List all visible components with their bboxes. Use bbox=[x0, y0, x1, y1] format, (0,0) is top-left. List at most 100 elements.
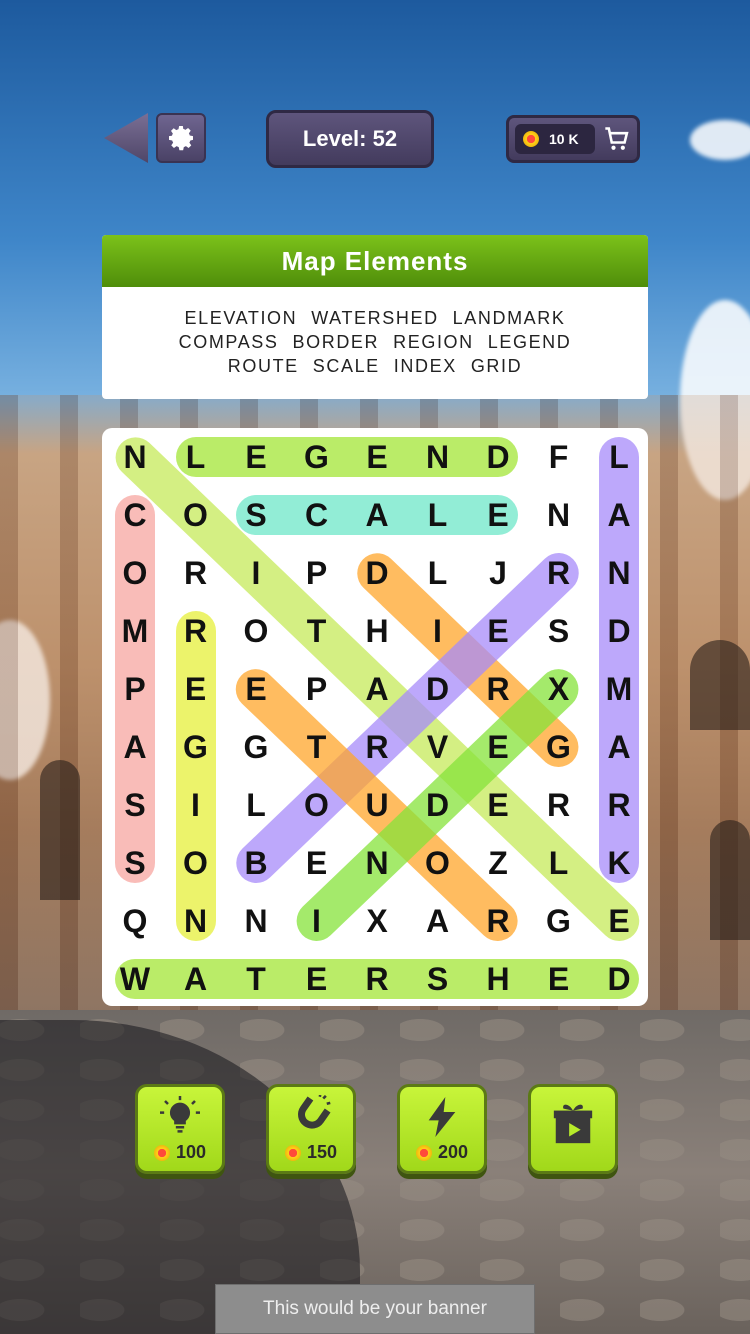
cart-button[interactable] bbox=[601, 124, 633, 154]
grid-letter[interactable]: I bbox=[166, 776, 226, 834]
grid-letter[interactable]: S bbox=[408, 950, 468, 1006]
grid-letter[interactable]: L bbox=[166, 428, 226, 486]
grid-letter[interactable]: R bbox=[529, 776, 589, 834]
grid-letter[interactable]: U bbox=[347, 776, 407, 834]
grid-letter[interactable]: Q bbox=[105, 892, 165, 950]
grid-letter[interactable]: A bbox=[408, 892, 468, 950]
grid-letter[interactable]: S bbox=[105, 834, 165, 892]
grid-letter[interactable]: K bbox=[589, 834, 648, 892]
grid-letter[interactable]: M bbox=[589, 660, 648, 718]
grid-letter[interactable]: I bbox=[226, 544, 286, 602]
grid-letter[interactable]: A bbox=[105, 718, 165, 776]
grid-letter[interactable]: I bbox=[408, 602, 468, 660]
grid-letter[interactable]: T bbox=[287, 602, 347, 660]
grid-letter[interactable]: A bbox=[347, 486, 407, 544]
grid-letter[interactable]: N bbox=[166, 892, 226, 950]
grid-letter[interactable]: D bbox=[408, 776, 468, 834]
grid-letter[interactable]: P bbox=[287, 660, 347, 718]
grid-letter[interactable]: E bbox=[529, 950, 589, 1006]
grid-letter[interactable]: R bbox=[166, 544, 226, 602]
grid-letter[interactable]: N bbox=[408, 428, 468, 486]
grid-letter[interactable]: L bbox=[529, 834, 589, 892]
grid-letter[interactable]: S bbox=[529, 602, 589, 660]
grid-letter[interactable]: L bbox=[226, 776, 286, 834]
hint-booster-button[interactable]: 100 bbox=[135, 1084, 225, 1174]
grid-letter[interactable]: L bbox=[408, 544, 468, 602]
grid-letter[interactable]: R bbox=[166, 602, 226, 660]
grid-letter[interactable]: O bbox=[287, 776, 347, 834]
grid-letter[interactable]: W bbox=[105, 950, 165, 1006]
grid-letter[interactable]: D bbox=[589, 950, 648, 1006]
grid-letter[interactable]: E bbox=[468, 718, 528, 776]
grid-letter[interactable]: E bbox=[589, 892, 648, 950]
grid-letter[interactable]: N bbox=[589, 544, 648, 602]
grid-letter[interactable]: B bbox=[226, 834, 286, 892]
grid-letter[interactable]: O bbox=[408, 834, 468, 892]
letter-grid[interactable]: NLEGENDFLCOSCALENAORIPDLJRNMROTHIESDPEEP… bbox=[102, 428, 648, 1006]
grid-letter[interactable]: E bbox=[468, 486, 528, 544]
grid-letter[interactable]: D bbox=[347, 544, 407, 602]
grid-letter[interactable]: G bbox=[287, 428, 347, 486]
grid-letter[interactable]: E bbox=[468, 776, 528, 834]
grid-letter[interactable]: E bbox=[166, 660, 226, 718]
lightning-booster-button[interactable]: 200 bbox=[397, 1084, 487, 1174]
back-button[interactable] bbox=[104, 113, 148, 163]
grid-letter[interactable]: J bbox=[468, 544, 528, 602]
ad-banner[interactable]: This would be your banner bbox=[215, 1284, 535, 1334]
grid-letter[interactable]: N bbox=[347, 834, 407, 892]
grid-letter[interactable]: O bbox=[166, 486, 226, 544]
grid-letter[interactable]: E bbox=[287, 950, 347, 1006]
grid-letter[interactable]: H bbox=[347, 602, 407, 660]
grid-letter[interactable]: C bbox=[287, 486, 347, 544]
grid-letter[interactable]: R bbox=[529, 544, 589, 602]
grid-letter[interactable]: P bbox=[287, 544, 347, 602]
grid-letter[interactable]: Z bbox=[468, 834, 528, 892]
grid-letter[interactable]: R bbox=[347, 718, 407, 776]
grid-letter[interactable]: O bbox=[105, 544, 165, 602]
grid-letter[interactable]: N bbox=[529, 486, 589, 544]
grid-letter[interactable]: G bbox=[166, 718, 226, 776]
grid-letter[interactable]: H bbox=[468, 950, 528, 1006]
grid-letter[interactable]: R bbox=[589, 776, 648, 834]
grid-letter[interactable]: D bbox=[408, 660, 468, 718]
grid-letter[interactable]: G bbox=[226, 718, 286, 776]
grid-letter[interactable]: G bbox=[529, 718, 589, 776]
grid-letter[interactable]: X bbox=[529, 660, 589, 718]
grid-letter[interactable]: E bbox=[347, 428, 407, 486]
grid-letter[interactable]: R bbox=[468, 892, 528, 950]
grid-letter[interactable]: G bbox=[529, 892, 589, 950]
grid-letter[interactable]: X bbox=[347, 892, 407, 950]
grid-letter[interactable]: E bbox=[468, 602, 528, 660]
grid-letter[interactable]: I bbox=[287, 892, 347, 950]
grid-letter[interactable]: A bbox=[347, 660, 407, 718]
grid-letter[interactable]: D bbox=[589, 602, 648, 660]
grid-letter[interactable]: T bbox=[287, 718, 347, 776]
grid-letter[interactable]: N bbox=[105, 428, 165, 486]
grid-letter[interactable]: E bbox=[226, 660, 286, 718]
grid-letter[interactable]: V bbox=[408, 718, 468, 776]
grid-letter[interactable]: A bbox=[166, 950, 226, 1006]
grid-letter[interactable]: P bbox=[105, 660, 165, 718]
grid-letter[interactable]: O bbox=[166, 834, 226, 892]
settings-button[interactable] bbox=[156, 113, 206, 163]
grid-letter[interactable]: S bbox=[105, 776, 165, 834]
grid-letter[interactable]: M bbox=[105, 602, 165, 660]
grid-letter[interactable]: F bbox=[529, 428, 589, 486]
grid-letter[interactable]: E bbox=[226, 428, 286, 486]
grid-letter[interactable]: D bbox=[468, 428, 528, 486]
grid-letter[interactable]: E bbox=[287, 834, 347, 892]
coin-shop[interactable]: 10 K bbox=[506, 115, 640, 163]
grid-letter[interactable]: C bbox=[105, 486, 165, 544]
grid-letter[interactable]: N bbox=[226, 892, 286, 950]
grid-letter[interactable]: A bbox=[589, 718, 648, 776]
grid-letter[interactable]: T bbox=[226, 950, 286, 1006]
video-gift-button[interactable] bbox=[528, 1084, 618, 1174]
grid-letter[interactable]: S bbox=[226, 486, 286, 544]
grid-letter[interactable]: L bbox=[589, 428, 648, 486]
grid-letter[interactable]: R bbox=[468, 660, 528, 718]
grid-letter[interactable]: L bbox=[408, 486, 468, 544]
grid-letter[interactable]: A bbox=[589, 486, 648, 544]
grid-letter[interactable]: O bbox=[226, 602, 286, 660]
magnet-booster-button[interactable]: 150 bbox=[266, 1084, 356, 1174]
grid-letter[interactable]: R bbox=[347, 950, 407, 1006]
